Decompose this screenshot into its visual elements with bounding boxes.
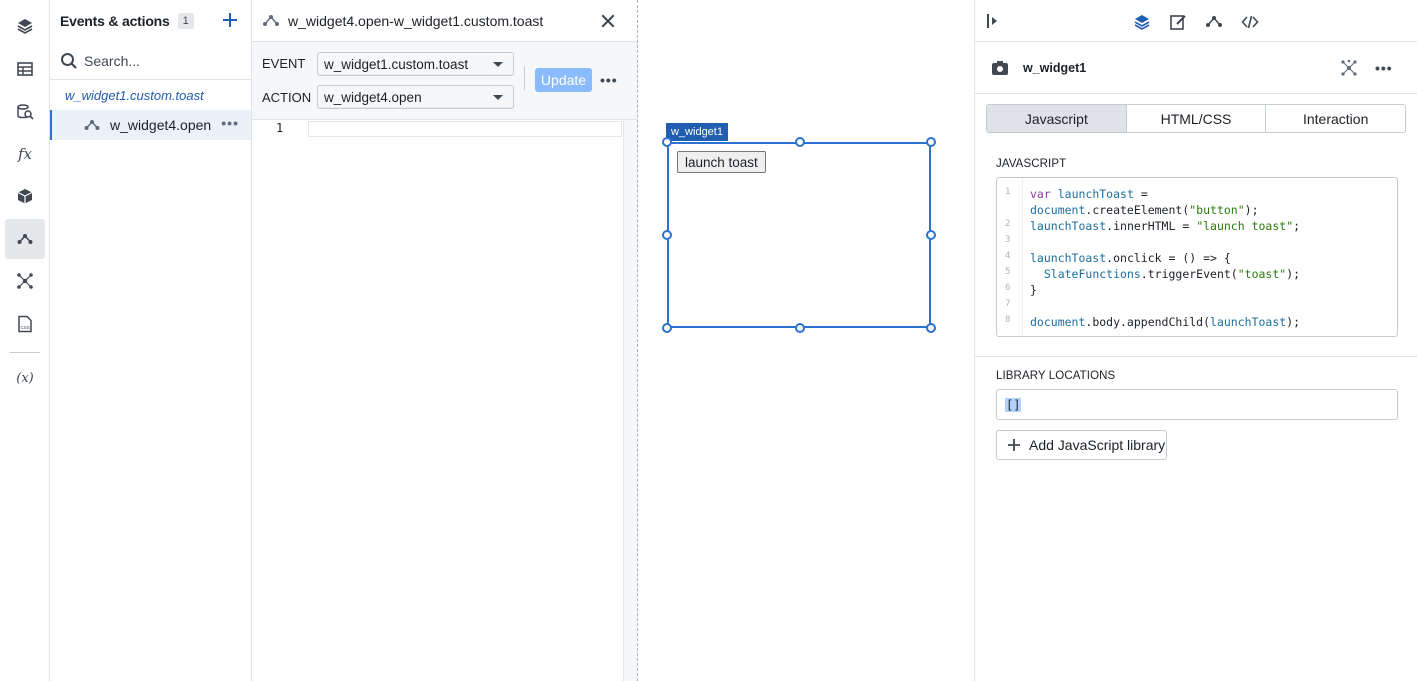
- event-select-value: w_widget1.custom.toast: [324, 56, 469, 72]
- launch-toast-button[interactable]: launch toast: [677, 151, 766, 173]
- tab-interaction[interactable]: Interaction: [1266, 105, 1405, 132]
- code-editor[interactable]: 1: [252, 120, 637, 681]
- search-input[interactable]: Search...: [84, 53, 140, 69]
- active-line[interactable]: [308, 121, 622, 137]
- event-select[interactable]: w_widget1.custom.toast: [317, 52, 514, 76]
- properties-panel: w_widget1 ••• Javascript HTML/CSS Intera…: [974, 0, 1417, 681]
- scrollbar[interactable]: [623, 120, 637, 681]
- add-javascript-library-button[interactable]: Add JavaScript library: [996, 430, 1167, 460]
- caret-down-icon: [493, 62, 503, 67]
- event-label: EVENT: [262, 56, 306, 71]
- editor-header: w_widget4.open-w_widget1.custom.toast: [252, 0, 637, 42]
- toolbar-divider: [524, 66, 525, 90]
- events-panel: Events & actions 1 Search... w_widget1.c…: [50, 0, 252, 681]
- event-editor-panel: w_widget4.open-w_widget1.custom.toast EV…: [252, 0, 638, 681]
- widget-header: w_widget1 •••: [975, 42, 1417, 94]
- events-header: Events & actions 1: [50, 0, 251, 42]
- resize-handle[interactable]: [662, 323, 672, 333]
- section-divider: [975, 356, 1417, 357]
- events-title: Events & actions: [60, 13, 170, 29]
- javascript-section-label: JAVASCRIPT: [996, 158, 1067, 170]
- query-icon[interactable]: [5, 92, 45, 132]
- editor-title: w_widget4.open-w_widget1.custom.toast: [288, 12, 544, 29]
- events-icon: [263, 14, 279, 26]
- widget-frame[interactable]: launch toast: [662, 137, 936, 333]
- event-action-item[interactable]: w_widget4.open •••: [50, 110, 251, 140]
- edit-icon[interactable]: [1169, 13, 1187, 31]
- events-count-badge: 1: [177, 13, 194, 29]
- svg-text:CSS: CSS: [21, 325, 30, 330]
- action-select[interactable]: w_widget4.open: [317, 85, 514, 109]
- resize-handle[interactable]: [795, 137, 805, 147]
- add-library-label: Add JavaScript library: [1029, 437, 1166, 453]
- css-icon[interactable]: CSS: [5, 304, 45, 344]
- left-rail: fx CSS (x): [0, 0, 50, 681]
- library-section-label: LIBRARY LOCATIONS: [996, 370, 1116, 382]
- code-icon[interactable]: [1241, 13, 1259, 31]
- function-icon[interactable]: fx: [5, 134, 45, 174]
- events-icon[interactable]: [1205, 13, 1223, 31]
- sparkle-icon[interactable]: [1340, 59, 1358, 77]
- update-button[interactable]: Update: [535, 68, 592, 92]
- tab-html-css[interactable]: HTML/CSS: [1126, 105, 1267, 132]
- caret-down-icon: [493, 95, 503, 100]
- resize-handle[interactable]: [926, 137, 936, 147]
- sparkle-icon[interactable]: [5, 261, 45, 301]
- action-select-value: w_widget4.open: [324, 89, 422, 105]
- app-root: fx CSS (x) Events & actions 1 Search... …: [0, 0, 1417, 681]
- layers-icon[interactable]: [5, 6, 45, 46]
- events-icon: [84, 120, 100, 130]
- library-locations-input[interactable]: []: [996, 389, 1398, 420]
- event-group-label[interactable]: w_widget1.custom.toast: [50, 80, 251, 110]
- resize-handle[interactable]: [926, 323, 936, 333]
- table-icon[interactable]: [5, 49, 45, 89]
- events-icon[interactable]: [5, 219, 45, 259]
- action-label: ACTION: [262, 90, 312, 105]
- tab-javascript[interactable]: Javascript: [987, 105, 1127, 132]
- add-event-icon[interactable]: [221, 11, 239, 29]
- more-icon[interactable]: •••: [600, 73, 618, 87]
- canvas[interactable]: w_widget1 launch toast: [638, 0, 974, 681]
- collapse-panel-icon[interactable]: [985, 12, 1003, 30]
- line-number: 1: [276, 121, 284, 135]
- resize-handle[interactable]: [926, 230, 936, 240]
- rail-divider: [10, 352, 40, 353]
- resize-handle[interactable]: [795, 323, 805, 333]
- library-locations-value: []: [1005, 397, 1022, 412]
- box-icon[interactable]: [5, 176, 45, 216]
- more-icon[interactable]: •••: [221, 116, 239, 130]
- javascript-editor[interactable]: 1 var launchToast = document.createElemen…: [996, 177, 1398, 337]
- widget-tag[interactable]: w_widget1: [666, 123, 728, 141]
- close-icon[interactable]: [599, 13, 617, 29]
- search-icon: [61, 52, 77, 69]
- resize-handle[interactable]: [662, 230, 672, 240]
- plus-icon: [1008, 439, 1020, 451]
- layers-icon[interactable]: [1133, 13, 1151, 31]
- event-action-label: w_widget4.open: [110, 117, 212, 133]
- widget-icon: [992, 61, 1008, 75]
- widget-name: w_widget1: [1023, 61, 1087, 75]
- resize-handle[interactable]: [662, 137, 672, 147]
- properties-tabs: Javascript HTML/CSS Interaction: [986, 104, 1406, 133]
- events-search[interactable]: Search...: [50, 42, 251, 80]
- properties-toolbar: [975, 0, 1417, 42]
- variable-icon[interactable]: (x): [5, 358, 45, 398]
- more-icon[interactable]: •••: [1375, 61, 1393, 75]
